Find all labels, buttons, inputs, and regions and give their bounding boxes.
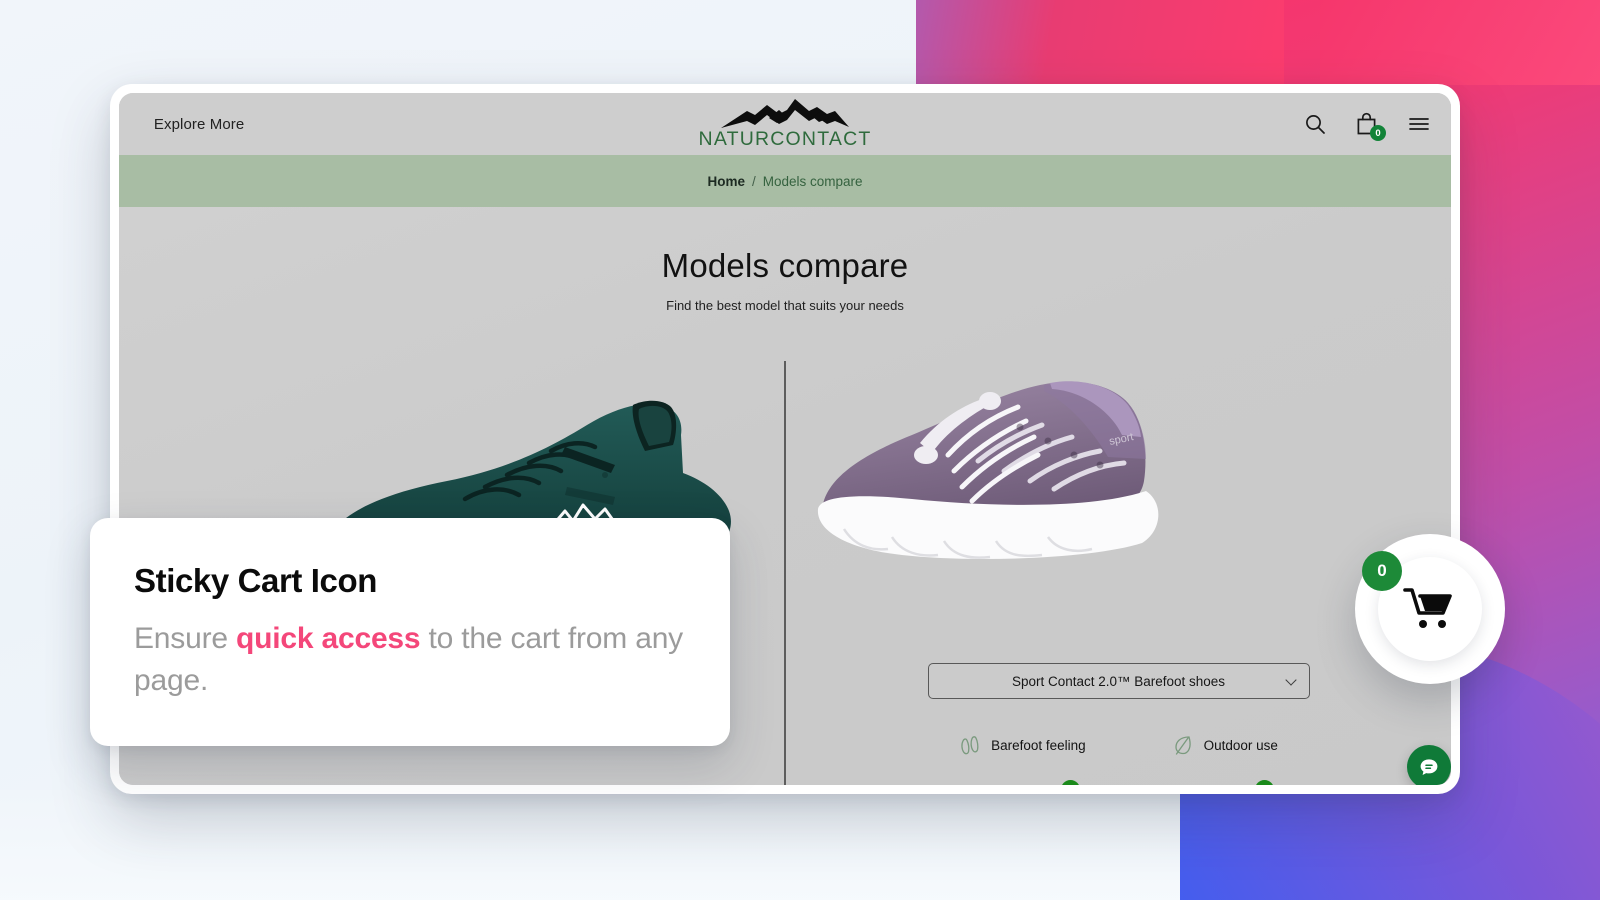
primary-navigation: ge Explore More bbox=[119, 116, 244, 133]
barefoot-footprints-icon bbox=[961, 736, 979, 755]
info-card-body: Ensure quick access to the cart from any… bbox=[134, 618, 686, 702]
breadcrumb-home-link[interactable]: Home bbox=[707, 174, 745, 189]
page-subtitle: Find the best model that suits your need… bbox=[666, 298, 904, 313]
info-card-body-before: Ensure bbox=[134, 622, 236, 655]
page-title: Models compare bbox=[661, 247, 909, 284]
leaf-icon bbox=[1174, 736, 1191, 755]
site-header: ge Explore More NATURCONTACT bbox=[119, 93, 1451, 155]
product-image-right: sport bbox=[786, 359, 1451, 649]
header-icon-group: 0 bbox=[1303, 112, 1431, 141]
sticky-cart-count-badge: 0 bbox=[1362, 551, 1402, 591]
breadcrumb: Home / Models compare bbox=[119, 155, 1451, 207]
info-card-heading: Sticky Cart Icon bbox=[134, 562, 378, 599]
compare-column-right: sport Sport Contact 2.0™ Barefoot shoes bbox=[786, 359, 1451, 785]
breadcrumb-separator: / bbox=[751, 173, 756, 189]
sticky-cart-button[interactable]: 0 bbox=[1355, 534, 1505, 684]
sticky-cart-inner[interactable]: 0 bbox=[1362, 551, 1482, 661]
feature-row: Barefoot feeling Outdoor use bbox=[786, 733, 1451, 757]
slider-right-2[interactable] bbox=[1151, 780, 1281, 785]
logo-wordmark: NATURCONTACT bbox=[698, 128, 872, 150]
purple-barefoot-shoe-illustration: sport bbox=[817, 381, 1159, 559]
pink-gradient-block-right bbox=[1320, 0, 1600, 85]
slider-row-right bbox=[786, 780, 1451, 785]
site-logo[interactable]: NATURCONTACT bbox=[698, 97, 872, 151]
pink-gradient-block-left bbox=[916, 0, 1284, 88]
info-callout-card: Sticky Cart Icon Ensure quick access to … bbox=[90, 518, 730, 746]
info-card-body-highlight: quick access bbox=[236, 622, 421, 655]
search-icon[interactable] bbox=[1303, 112, 1327, 136]
shopping-cart-icon bbox=[1403, 588, 1452, 628]
feature-barefoot-feeling: Barefoot feeling bbox=[959, 733, 1086, 757]
feature-outdoor-use: Outdoor use bbox=[1172, 733, 1278, 757]
hamburger-menu-icon[interactable] bbox=[1407, 112, 1431, 136]
cart-count-badge: 0 bbox=[1370, 125, 1386, 141]
chevron-down-icon bbox=[1284, 674, 1297, 686]
feature-label: Outdoor use bbox=[1203, 737, 1278, 753]
slider-right-1[interactable] bbox=[957, 780, 1087, 785]
model-select-value: Sport Contact 2.0™ Barefoot shoes bbox=[1011, 673, 1226, 689]
chat-support-button[interactable] bbox=[1407, 745, 1451, 785]
slider-thumb[interactable] bbox=[1254, 780, 1274, 785]
background-mask-bottom bbox=[0, 790, 1180, 900]
chat-bubble-icon bbox=[1420, 759, 1438, 775]
model-select[interactable]: Sport Contact 2.0™ Barefoot shoes bbox=[927, 663, 1310, 699]
shopping-bag-icon[interactable]: 0 bbox=[1355, 112, 1386, 141]
breadcrumb-current: Models compare bbox=[762, 173, 863, 189]
slider-thumb[interactable] bbox=[1060, 780, 1080, 785]
nav-link-explore-more[interactable]: Explore More bbox=[154, 116, 244, 133]
feature-label: Barefoot feeling bbox=[991, 737, 1086, 753]
mountain-range-icon bbox=[721, 99, 849, 128]
